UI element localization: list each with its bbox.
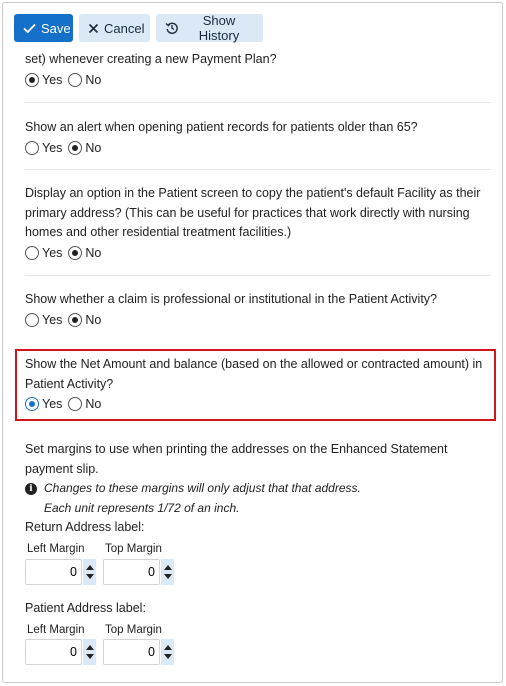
radio-yes[interactable]: Yes	[25, 245, 63, 260]
cancel-button[interactable]: Cancel	[79, 14, 150, 42]
radio-label: Yes	[42, 245, 63, 260]
radio-no[interactable]: No	[68, 397, 101, 411]
radio-button[interactable]	[25, 397, 39, 411]
return-address-label: Return Address label:	[25, 520, 145, 534]
divider	[25, 169, 491, 170]
radio-button[interactable]	[25, 72, 39, 87]
radio-no[interactable]: No	[68, 72, 102, 87]
note-line-1: Changes to these margins will only adjus…	[44, 481, 361, 495]
setting-question: set) whenever creating a new Payment Pla…	[25, 52, 277, 66]
radio-group: Yes No	[25, 395, 491, 413]
close-icon	[88, 23, 99, 33]
margins-section: Set margins to use when printing the add…	[25, 440, 491, 537]
left-margin-label: Left Margin	[27, 624, 85, 636]
setting-question: Show an alert when opening patient recor…	[25, 120, 418, 134]
patient-top-margin-input[interactable]	[103, 639, 160, 665]
settings-panel: Save Cancel Show History set) whenever c…	[2, 2, 503, 683]
spin-up-icon[interactable]	[163, 645, 172, 650]
radio-label: No	[85, 397, 102, 411]
divider	[25, 102, 491, 103]
radio-group: Yes No	[25, 244, 491, 262]
patient-left-margin-input[interactable]	[25, 639, 82, 665]
patient-left-margin-stepper[interactable]	[25, 639, 97, 665]
history-icon	[165, 22, 178, 34]
radio-no[interactable]: No	[68, 140, 102, 155]
setting-claim-type: Show whether a claim is professional or …	[25, 290, 491, 329]
spin-down-icon[interactable]	[163, 654, 172, 659]
radio-label: Yes	[42, 312, 63, 327]
return-top-margin-input[interactable]	[103, 559, 160, 585]
radio-label: Yes	[42, 72, 63, 87]
spin-buttons[interactable]	[83, 559, 96, 585]
return-left-margin-input[interactable]	[25, 559, 82, 585]
show-history-button[interactable]: Show History	[156, 13, 263, 43]
left-margin-label: Left Margin	[27, 543, 85, 555]
patient-top-margin-stepper[interactable]	[103, 639, 175, 665]
radio-label: No	[85, 72, 102, 87]
radio-no[interactable]: No	[68, 245, 102, 260]
info-icon: i	[25, 483, 37, 495]
radio-button[interactable]	[68, 140, 83, 155]
patient-address-label: Patient Address label:	[25, 601, 146, 615]
toolbar: Save Cancel Show History	[14, 13, 263, 43]
top-margin-label: Top Margin	[105, 543, 162, 555]
radio-label: No	[85, 140, 102, 155]
return-left-margin-stepper[interactable]	[25, 559, 97, 585]
radio-button[interactable]	[25, 312, 39, 327]
radio-label: No	[85, 312, 102, 327]
setting-question: Display an option in the Patient screen …	[25, 186, 481, 239]
radio-button[interactable]	[25, 140, 39, 155]
radio-yes[interactable]: Yes	[25, 140, 63, 155]
spin-buttons[interactable]	[161, 559, 174, 585]
radio-button[interactable]	[25, 245, 39, 260]
save-label: Save	[41, 20, 71, 36]
radio-group: Yes No	[25, 311, 491, 329]
spin-up-icon[interactable]	[163, 565, 172, 570]
spin-down-icon[interactable]	[85, 574, 94, 579]
radio-no[interactable]: No	[68, 312, 102, 327]
cancel-label: Cancel	[104, 20, 145, 36]
save-button[interactable]: Save	[14, 14, 73, 42]
setting-alert-older-65: Show an alert when opening patient recor…	[25, 118, 491, 157]
setting-question: Show whether a claim is professional or …	[25, 292, 438, 306]
divider	[25, 275, 491, 276]
radio-yes[interactable]: Yes	[25, 72, 63, 87]
radio-button[interactable]	[68, 312, 83, 327]
margins-note-text: Changes to these margins will only adjus…	[44, 479, 361, 518]
spin-buttons[interactable]	[83, 639, 96, 665]
spin-down-icon[interactable]	[163, 574, 172, 579]
setting-question: Show the Net Amount and balance (based o…	[25, 357, 483, 391]
radio-group: Yes No	[25, 71, 491, 89]
note-line-2: Each unit represents 1/72 of an inch.	[44, 500, 240, 515]
setting-copy-facility: Display an option in the Patient screen …	[25, 184, 491, 262]
radio-button[interactable]	[68, 72, 83, 87]
top-margin-label: Top Margin	[105, 624, 162, 636]
show-history-label: Show History	[198, 13, 240, 43]
radio-yes[interactable]: Yes	[25, 397, 62, 411]
radio-label: Yes	[42, 397, 63, 411]
radio-yes[interactable]: Yes	[25, 312, 63, 327]
spin-buttons[interactable]	[161, 639, 174, 665]
setting-payment-plan: set) whenever creating a new Payment Pla…	[25, 50, 491, 89]
radio-button[interactable]	[68, 245, 83, 260]
return-top-margin-stepper[interactable]	[103, 559, 175, 585]
radio-label: No	[85, 245, 102, 260]
spin-up-icon[interactable]	[85, 645, 94, 650]
radio-label: Yes	[42, 140, 63, 155]
spin-down-icon[interactable]	[85, 654, 94, 659]
margins-intro: Set margins to use when printing the add…	[25, 442, 448, 476]
spin-up-icon[interactable]	[85, 565, 94, 570]
radio-button[interactable]	[68, 397, 83, 411]
radio-group: Yes No	[25, 139, 491, 157]
check-icon	[23, 23, 36, 33]
setting-net-amount: Show the Net Amount and balance (based o…	[25, 355, 491, 413]
margins-note: i Changes to these margins will only adj…	[25, 479, 491, 518]
